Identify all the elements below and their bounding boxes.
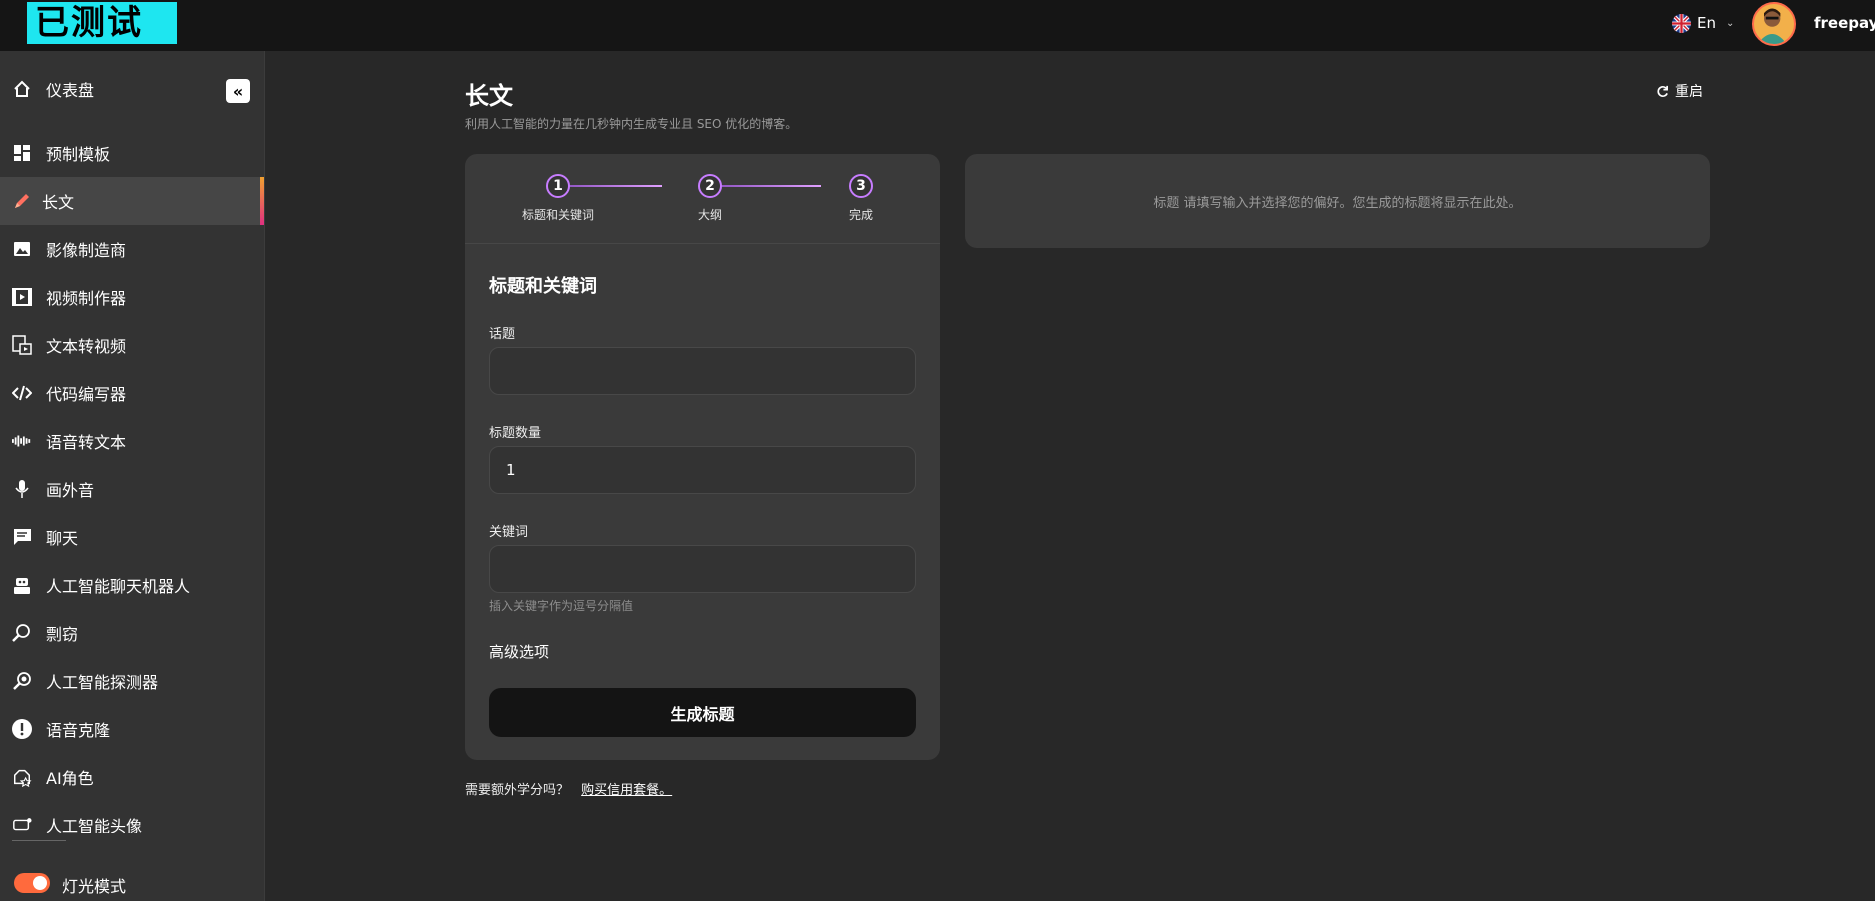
title-count-label: 标题数量 — [489, 426, 542, 441]
sidebar-item-video-maker[interactable]: 视频制作器 — [0, 273, 264, 321]
home-icon — [12, 79, 32, 99]
sidebar-item-label: 人工智能探测器 — [46, 673, 159, 692]
uk-flag-icon — [1672, 13, 1691, 33]
magnifier-icon — [12, 671, 32, 691]
text-video-icon — [12, 335, 32, 355]
reset-label: 重启 — [1675, 84, 1703, 100]
language-label: En — [1697, 14, 1716, 32]
sidebar-item-label: 人工智能头像 — [46, 817, 143, 833]
sidebar-item-label: 预制模板 — [46, 145, 111, 164]
sidebar-item-ai-detector[interactable]: 人工智能探测器 — [0, 657, 264, 705]
sidebar-item-label: 长文 — [42, 193, 75, 212]
step-3[interactable]: 3 — [849, 174, 873, 198]
sidebar-item-label: 仪表盘 — [46, 81, 95, 100]
step-connector — [710, 185, 821, 187]
step-2[interactable]: 2 — [698, 174, 722, 198]
sidebar-item-code-writer[interactable]: 代码编写器 — [0, 369, 264, 417]
output-placeholder: 标题 请填写输入并选择您的偏好。您生成的标题将显示在此处。 — [1153, 195, 1522, 211]
sidebar-item-longform[interactable]: 长文 — [0, 177, 264, 225]
credits-prompt: 需要额外学分吗？ 购买信用套餐。 — [465, 779, 672, 798]
sidebar-item-label: 画外音 — [46, 481, 95, 500]
advanced-options-toggle[interactable]: 高级选项 — [489, 641, 549, 662]
waveform-icon — [12, 431, 32, 451]
avatar[interactable] — [1752, 2, 1796, 46]
form-card: 1 2 3 标题和关键词 大纲 完成 标题和关键词 话题 标题数量 1 关键词 … — [465, 154, 940, 760]
keywords-input[interactable] — [489, 545, 916, 593]
step-2-label: 大纲 — [697, 208, 723, 222]
avatar-icon — [12, 815, 32, 833]
user-avatar-icon — [1757, 8, 1787, 44]
sidebar-item-plagiarism[interactable]: 剽窃 — [0, 609, 264, 657]
code-icon — [12, 383, 32, 403]
sidebar: « 仪表盘 预制模板 长文 影像制造商 视频制作器 文本转视频 代码编写器 语音… — [0, 51, 265, 901]
sidebar-item-speech-to-text[interactable]: 语音转文本 — [0, 417, 264, 465]
output-panel: 标题 请填写输入并选择您的偏好。您生成的标题将显示在此处。 — [965, 154, 1710, 248]
top-bar: 已测试 En ⌄ freepayz — [0, 0, 1875, 51]
sidebar-item-dashboard[interactable]: 仪表盘 — [0, 65, 264, 113]
microphone-icon — [12, 479, 32, 499]
chevron-down-icon: ⌄ — [1725, 17, 1735, 29]
sidebar-item-chat[interactable]: 聊天 — [0, 513, 264, 561]
step-1-label: 标题和关键词 — [521, 208, 595, 222]
page-title: 长文 — [465, 82, 513, 110]
image-icon — [12, 239, 32, 259]
step-1[interactable]: 1 — [546, 174, 570, 198]
light-mode-label: 灯光模式 — [62, 877, 127, 896]
topic-input[interactable] — [489, 347, 916, 395]
grid-icon — [12, 143, 32, 163]
sidebar-item-voiceover[interactable]: 画外音 — [0, 465, 264, 513]
sidebar-item-label: 语音转文本 — [46, 433, 127, 452]
section-title: 标题和关键词 — [489, 276, 597, 297]
search-doc-icon — [12, 623, 32, 643]
sidebar-item-text-to-video[interactable]: 文本转视频 — [0, 321, 264, 369]
sidebar-item-ai-chatbot[interactable]: 人工智能聊天机器人 — [0, 561, 264, 609]
sidebar-item-templates[interactable]: 预制模板 — [0, 129, 264, 177]
sidebar-item-label: AI角色 — [46, 769, 94, 788]
logo[interactable]: 已测试 — [27, 2, 177, 44]
credits-text: 需要额外学分吗？ — [465, 783, 570, 798]
username[interactable]: freepayz — [1814, 14, 1875, 32]
sidebar-item-label: 聊天 — [46, 529, 79, 548]
character-icon — [12, 767, 32, 787]
keywords-label: 关键词 — [489, 525, 529, 540]
sidebar-item-image-maker[interactable]: 影像制造商 — [0, 225, 264, 273]
language-selector[interactable]: En ⌄ — [1672, 12, 1734, 34]
refresh-icon — [1657, 85, 1668, 97]
chat-icon — [12, 527, 32, 547]
page-subtitle: 利用人工智能的力量在几秒钟内生成专业且 SEO 优化的博客。 — [465, 117, 798, 131]
keywords-hint: 插入关键字作为逗号分隔值 — [489, 599, 634, 613]
film-icon — [12, 287, 32, 307]
step-connector — [558, 185, 662, 187]
alert-icon — [12, 719, 32, 739]
buy-credits-link[interactable]: 购买信用套餐。 — [581, 783, 672, 798]
sidebar-item-label: 代码编写器 — [46, 385, 127, 404]
pencil-icon — [12, 191, 32, 211]
sidebar-item-label: 视频制作器 — [46, 289, 127, 308]
sidebar-item-label: 影像制造商 — [46, 241, 127, 260]
sidebar-clip: 人工智能头像 — [0, 801, 264, 833]
title-count-input[interactable]: 1 — [489, 446, 916, 494]
reset-button[interactable]: 重启 — [1656, 81, 1703, 101]
sidebar-item-ai-character[interactable]: AI角色 — [0, 753, 264, 801]
sidebar-item-label: 文本转视频 — [46, 337, 127, 356]
sidebar-item-label: 剽窃 — [46, 625, 79, 644]
sidebar-item-voice-clone[interactable]: 语音克隆 — [0, 705, 264, 753]
robot-icon — [12, 575, 32, 595]
sidebar-item-ai-avatar[interactable]: 人工智能头像 — [0, 801, 264, 833]
stepper: 1 2 3 标题和关键词 大纲 完成 — [465, 154, 940, 244]
step-3-label: 完成 — [848, 208, 874, 222]
sidebar-item-label: 人工智能聊天机器人 — [46, 577, 191, 596]
sidebar-item-label: 语音克隆 — [46, 721, 111, 740]
generate-titles-button[interactable]: 生成标题 — [489, 688, 916, 737]
sidebar-divider — [12, 840, 66, 841]
topic-label: 话题 — [489, 327, 516, 342]
light-mode-toggle[interactable] — [14, 873, 50, 893]
